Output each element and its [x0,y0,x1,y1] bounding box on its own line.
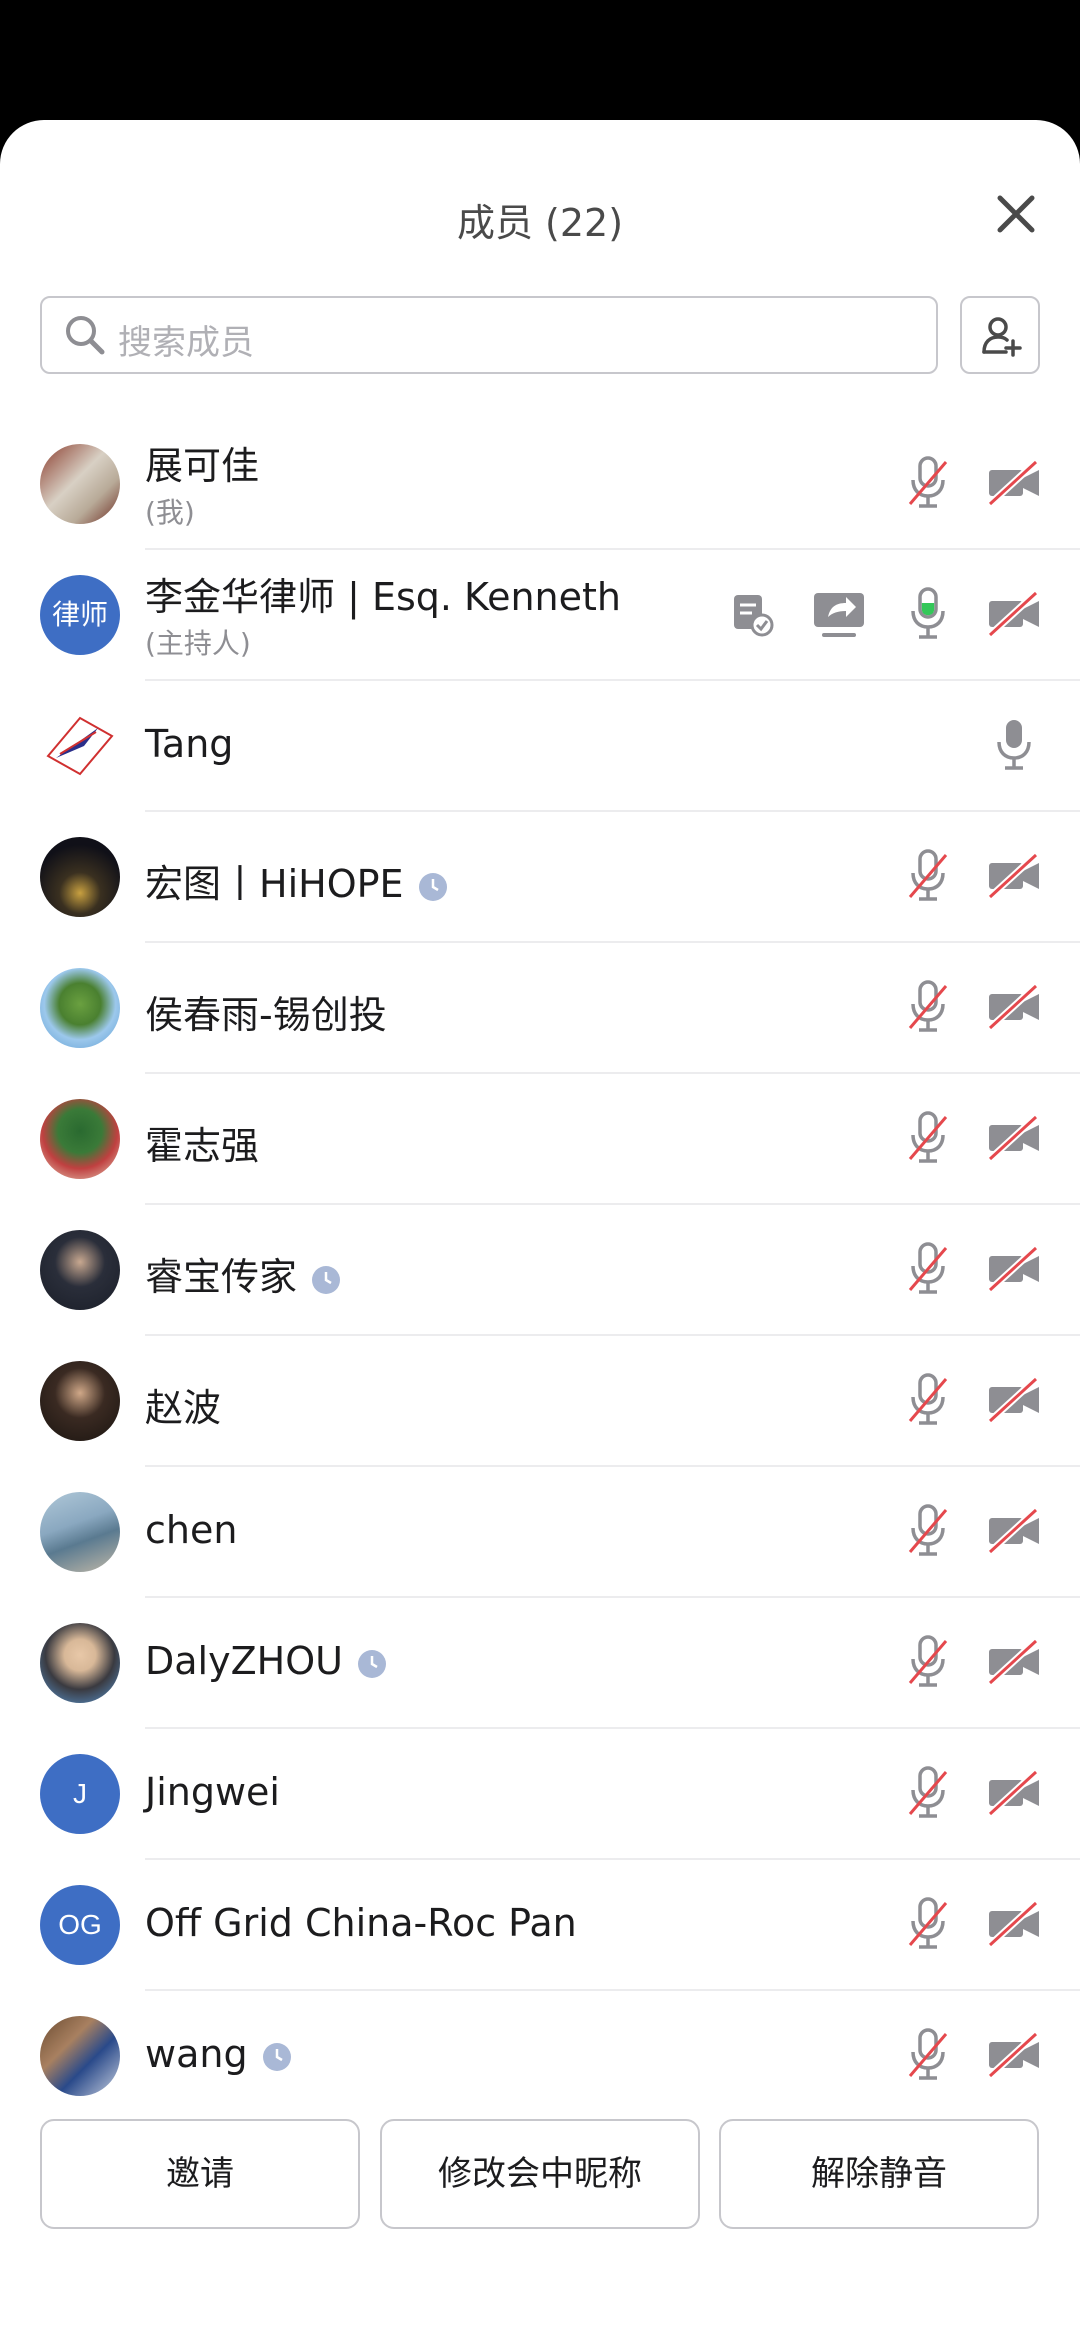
camera-off-icon[interactable] [986,1369,1042,1429]
mic-muted-icon[interactable] [902,452,954,512]
avatar: OG [40,1885,120,1965]
clock-icon [357,1649,386,1678]
member-row[interactable]: OG Off Grid China-Roc Pan [0,1860,1080,1991]
clock-icon [262,2042,291,2071]
close-icon[interactable] [990,188,1042,240]
member-row[interactable]: 律师 李金华律师 | Esq. Kenneth (主持人) [0,550,1080,681]
member-name-text: 睿宝传家 [145,1255,298,1299]
member-name: 宏图丨HiHOPE [145,853,448,908]
member-name: DalyZHOU [145,1639,387,1683]
screen-share-icon[interactable] [810,583,868,643]
member-role: (我) [145,496,195,529]
camera-off-icon[interactable] [986,1631,1042,1691]
panel-header: 成员 (22) [0,120,1080,320]
camera-off-icon[interactable] [986,1107,1042,1167]
member-name: 霍志强 [145,1124,260,1168]
rename-button[interactable]: 修改会中昵称 [380,2119,700,2229]
camera-off-icon[interactable] [986,1238,1042,1298]
mic-muted-icon[interactable] [902,2024,954,2084]
avatar [40,2016,120,2096]
member-row[interactable]: DalyZHOU [0,1598,1080,1729]
member-role: (主持人) [145,627,251,660]
camera-off-icon[interactable] [986,1893,1042,1953]
member-name-text: wang [145,2032,248,2076]
member-name: chen [145,1508,238,1552]
avatar: J [40,1754,120,1834]
avatar: 律师 [40,575,120,655]
member-name: Tang [145,722,234,766]
camera-off-icon[interactable] [986,2024,1042,2084]
mic-muted-icon[interactable] [902,1762,954,1822]
member-name: Off Grid China-Roc Pan [145,1901,577,1945]
mic-muted-icon[interactable] [902,1893,954,1953]
member-row[interactable]: wang [0,1991,1080,2122]
avatar [40,1361,120,1441]
member-name-text: DalyZHOU [145,1639,343,1683]
avatar [40,1230,120,1310]
member-name: wang [145,2032,292,2076]
member-name: Jingwei [145,1770,280,1814]
camera-off-icon[interactable] [986,583,1042,643]
member-name: 赵波 [145,1386,222,1430]
camera-off-icon[interactable] [986,452,1042,512]
mic-muted-icon[interactable] [902,1238,954,1298]
invite-button[interactable]: 邀请 [40,2119,360,2229]
member-row[interactable]: 霍志强 [0,1074,1080,1205]
members-panel: 成员 (22) 搜索成员 展可佳 (我) 律师 李金华律师 | Esq. Ken… [0,120,1080,2341]
member-row[interactable]: 侯春雨-锡创投 [0,943,1080,1074]
search-input[interactable]: 搜索成员 [40,296,938,374]
avatar [40,444,120,524]
camera-off-icon[interactable] [986,1762,1042,1822]
mic-muted-icon[interactable] [902,1369,954,1429]
mic-icon[interactable] [988,714,1040,774]
avatar [40,968,120,1048]
mic-muted-icon[interactable] [902,1631,954,1691]
document-share-icon[interactable] [728,583,778,643]
mic-muted-icon[interactable] [902,1500,954,1560]
member-list: 展可佳 (我) 律师 李金华律师 | Esq. Kenneth (主持人) Ta… [0,419,1080,2122]
camera-off-icon[interactable] [986,845,1042,905]
member-row[interactable]: J Jingwei [0,1729,1080,1860]
add-user-icon [982,317,1022,357]
member-row[interactable]: 赵波 [0,1336,1080,1467]
member-name: 展可佳 [145,444,260,488]
mic-muted-icon[interactable] [902,976,954,1036]
footer-actions: 邀请 修改会中昵称 解除静音 [0,2119,1080,2229]
clock-icon [418,872,447,901]
member-row[interactable]: Tang [0,681,1080,812]
page-title: 成员 (22) [456,201,624,245]
avatar [40,1492,120,1572]
mic-active-icon[interactable] [902,583,954,643]
search-placeholder: 搜索成员 [118,323,254,363]
clock-icon [312,1265,341,1294]
search-icon [64,314,106,356]
member-name: 侯春雨-锡创投 [145,993,387,1037]
logo-icon [46,716,114,776]
member-name: 李金华律师 | Esq. Kenneth [145,575,621,619]
member-name: 睿宝传家 [145,1246,341,1301]
camera-off-icon[interactable] [986,976,1042,1036]
mic-muted-icon[interactable] [902,1107,954,1167]
unmute-button[interactable]: 解除静音 [719,2119,1039,2229]
member-row[interactable]: 展可佳 (我) [0,419,1080,550]
avatar [40,1099,120,1179]
camera-off-icon[interactable] [986,1500,1042,1560]
add-member-button[interactable] [960,296,1040,374]
avatar [40,837,120,917]
avatar [40,706,120,786]
member-row[interactable]: 宏图丨HiHOPE [0,812,1080,943]
member-name-text: 宏图丨HiHOPE [145,862,404,906]
member-row[interactable]: 睿宝传家 [0,1205,1080,1336]
mic-muted-icon[interactable] [902,845,954,905]
avatar [40,1623,120,1703]
member-row[interactable]: chen [0,1467,1080,1598]
